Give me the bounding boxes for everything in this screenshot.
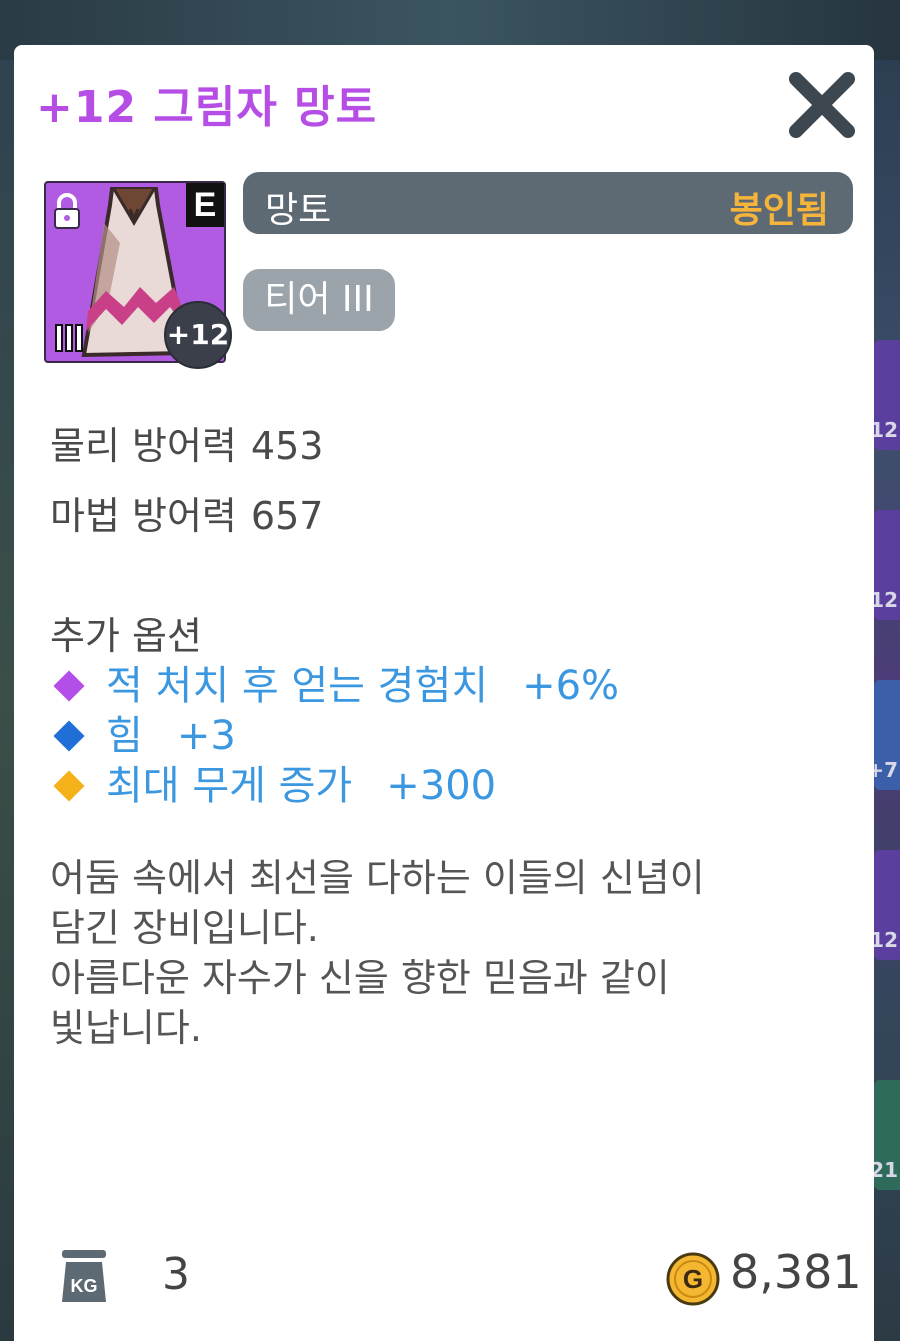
background-scene-left <box>0 60 14 1341</box>
tier-badge: 티어 III <box>243 269 395 331</box>
weight-icon: KG <box>62 1250 106 1302</box>
close-icon <box>789 72 855 138</box>
option-value: +300 <box>386 763 497 809</box>
item-type-bar: 망토 봉인됨 <box>243 172 853 234</box>
option-row: 적 처치 후 얻는 경험치 +6% <box>50 653 619 709</box>
weight-icon-label: KG <box>71 1276 98 1296</box>
purple-diamond-icon <box>53 670 85 702</box>
item-description: 어둠 속에서 최선을 다하는 이들의 신념이 담긴 장비입니다. 아름다운 자수… <box>50 853 840 1053</box>
close-button[interactable] <box>786 69 858 141</box>
item-weight: 3 <box>162 1249 190 1300</box>
grade-badge: E <box>186 183 224 227</box>
background-slot-label: 12 <box>870 418 898 442</box>
option-name: 최대 무게 증가 <box>106 763 353 809</box>
item-title: +12 그림자 망토 <box>36 82 378 133</box>
background-inventory-slot: 12 <box>870 850 900 960</box>
item-price: 8,381 <box>730 1245 862 1299</box>
background-inventory-slot: 12 <box>870 340 900 450</box>
stat-value: 657 <box>250 494 324 538</box>
description-line: 어둠 속에서 최선을 다하는 이들의 신념이 <box>50 856 705 900</box>
shadow-cloak-icon: E +12 <box>44 181 232 369</box>
background-slot-label: 12 <box>870 588 898 612</box>
enhance-level-badge: +12 <box>164 301 232 369</box>
yellow-diamond-icon <box>53 770 85 802</box>
description-line: 아름다운 자수가 신을 향한 믿음과 같이 <box>50 956 670 1000</box>
gold-icon-label: G <box>683 1264 703 1294</box>
stat-value: 453 <box>250 424 324 468</box>
background-slot-label: 21 <box>870 1158 898 1182</box>
stat-magic-defense: 마법 방어력 657 <box>50 485 323 540</box>
item-detail-card: +12 그림자 망토 E +12 망토 봉인됨 티어 III 물리 방어력 45… <box>14 45 874 1341</box>
description-line: 담긴 장비입니다. <box>50 906 319 950</box>
stat-label: 마법 방어력 <box>50 494 237 538</box>
description-line: 빛납니다. <box>50 1006 202 1050</box>
extra-options-title: 추가 옵션 <box>50 614 202 658</box>
option-value: +6% <box>522 663 620 709</box>
lock-icon <box>54 193 80 229</box>
background-inventory-slot: 21 <box>870 1080 900 1190</box>
tier-mark-icon <box>55 324 83 352</box>
stat-label: 물리 방어력 <box>50 424 237 468</box>
background-inventory-slot: +7 <box>867 680 900 790</box>
option-row: 최대 무게 증가 +300 <box>50 753 496 809</box>
sealed-status: 봉인됨 <box>729 190 829 231</box>
background-slot-label: 12 <box>870 928 898 952</box>
option-row: 힘 +3 <box>50 703 236 759</box>
item-type: 망토 <box>265 190 332 231</box>
gold-coin-icon: G <box>666 1252 720 1306</box>
stat-physical-defense: 물리 방어력 453 <box>50 415 323 470</box>
background-inventory-slot: 12 <box>870 510 900 620</box>
blue-diamond-icon <box>53 720 85 752</box>
